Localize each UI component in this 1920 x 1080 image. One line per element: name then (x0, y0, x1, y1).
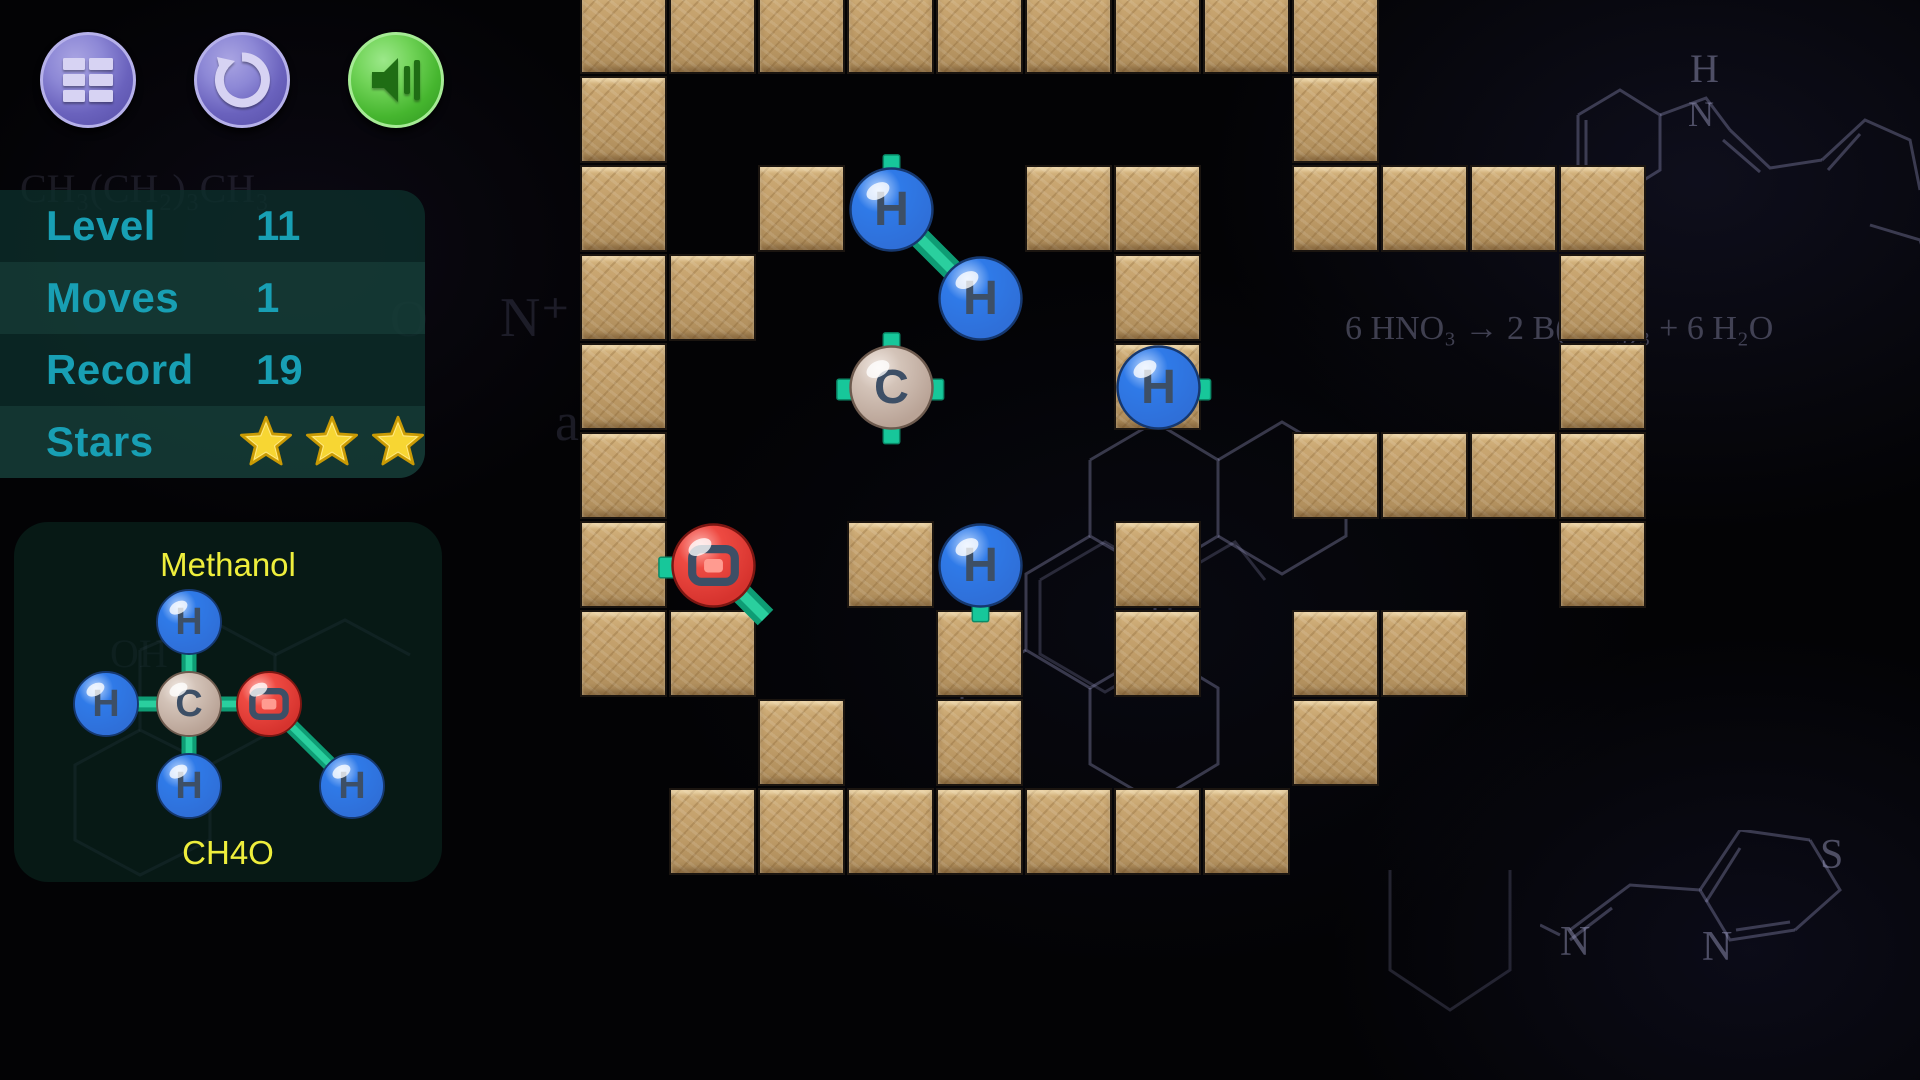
stat-row-stars: Stars (0, 406, 425, 478)
stat-row-level: Level 11 (0, 190, 425, 262)
bg-label-nplus: N⁺ (500, 287, 570, 349)
levels-button[interactable] (40, 32, 136, 128)
atom-hydrogen[interactable]: H (156, 753, 222, 819)
target-molecule-formula: CH4O (182, 834, 274, 871)
restart-button[interactable] (194, 32, 290, 128)
star-icon (371, 415, 425, 466)
target-molecule-panel: Methanol HHCHH CH4O (14, 522, 442, 882)
toolbar (40, 32, 444, 128)
stats-panel: Level 11 Moves 1 Record 19 Stars (0, 190, 425, 478)
stat-label-moves: Moves (46, 274, 180, 321)
restart-arrow-icon (214, 52, 270, 108)
atom-carbon[interactable]: C (156, 671, 222, 737)
atom-hydrogen[interactable]: H (156, 589, 222, 655)
atoms-layer: HHC HH (658, 154, 1212, 626)
stat-label-level: Level (46, 202, 156, 249)
game-board[interactable]: HHCHH (580, 0, 1920, 1080)
sound-button[interactable] (348, 32, 444, 128)
atom-oxygen[interactable] (658, 523, 756, 608)
stat-label-stars: Stars (46, 418, 154, 465)
star-rating (239, 415, 425, 469)
stat-value-record: 19 (256, 346, 303, 393)
stat-label-record: Record (46, 346, 194, 393)
atom-oxygen[interactable] (236, 671, 302, 737)
atom-hydrogen[interactable]: H (319, 753, 385, 819)
target-molecule-diagram: HH CH H (73, 589, 385, 819)
speaker-on-icon (372, 58, 420, 102)
atom-carbon[interactable]: C (836, 332, 945, 445)
stat-row-moves: Moves 1 (0, 262, 425, 334)
atom-hydrogen[interactable]: H (73, 671, 139, 737)
star-icon (305, 415, 359, 466)
grid-icon (63, 58, 113, 102)
atom-hydrogen[interactable]: H (849, 154, 934, 252)
atom-hydrogen[interactable]: H (938, 523, 1023, 623)
atom-hydrogen[interactable]: H (938, 256, 1023, 341)
stat-value-moves: 1 (256, 274, 280, 321)
stat-row-record: Record 19 (0, 334, 425, 406)
stat-value-level: 11 (256, 202, 301, 249)
star-icon (239, 415, 293, 466)
atom-hydrogen[interactable]: H (1116, 345, 1212, 430)
game-screen: CH₃(CH₂)₃CH₃ O N⁺ a⁺ OH N 6 HNO₃ → 2 B(N… (0, 0, 1920, 1080)
